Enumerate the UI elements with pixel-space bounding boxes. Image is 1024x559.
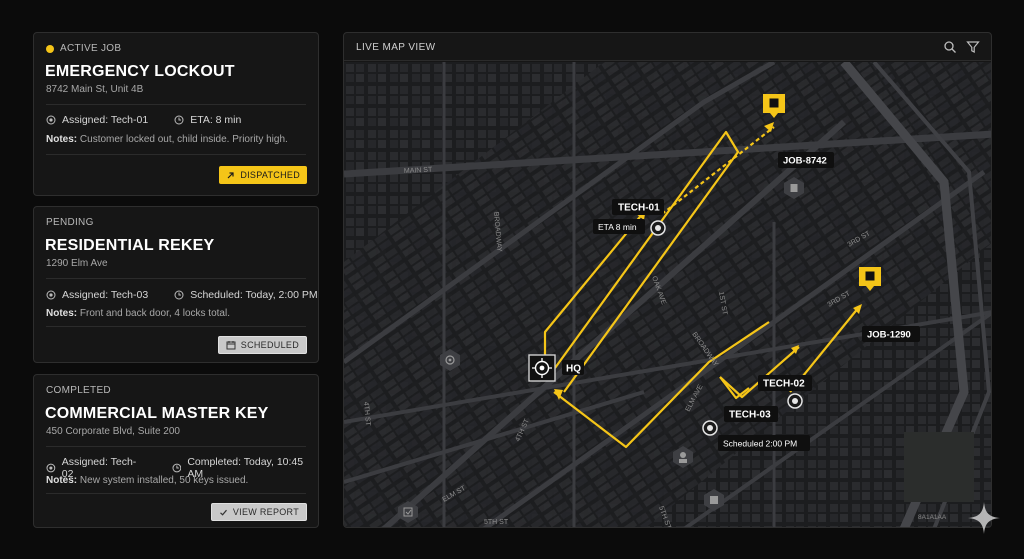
divider [46,278,306,279]
divider [46,446,306,447]
job-address: 450 Corporate Blvd, Suite 200 [46,426,180,437]
target-icon [46,290,56,300]
divider [46,154,306,155]
notes-text: Customer locked out, child inside. Prior… [79,134,288,145]
job-title: EMERGENCY LOCKOUT [45,63,235,80]
street-label: 5TH ST [484,519,509,526]
live-map-panel: LIVE MAP VIEW MAIN ST BROADWAY 4TH ST 4T… [343,32,992,528]
arrow-up-right-icon [227,171,234,178]
job-notes: Notes: Customer locked out, child inside… [46,134,288,145]
notes-text: Front and back door, 4 locks total. [79,308,230,319]
status-label: ACTIVE JOB [60,43,122,54]
calendar-icon [226,341,236,350]
notes-label: Notes: [46,475,78,486]
job-card-emergency-lockout[interactable]: ACTIVE JOB EMERGENCY LOCKOUT 8742 Main S… [33,32,319,196]
map-canvas[interactable]: MAIN ST BROADWAY 4TH ST 4TH ST ELM AVE B… [344,62,992,528]
map-header: LIVE MAP VIEW [344,33,991,61]
status-row: PENDING [46,217,94,228]
clock-icon [174,290,184,300]
search-icon[interactable] [943,40,957,54]
dispatched-label: DISPATCHED [240,170,300,180]
eta-text: ETA: 8 min [190,114,242,126]
park-area [904,432,974,502]
tech-02-label: TECH-02 [763,379,805,390]
job-notes: Notes: Front and back door, 4 locks tota… [46,308,230,319]
tech-03-label: TECH-03 [729,410,771,421]
job-card-residential-rekey[interactable]: PENDING RESIDENTIAL REKEY 1290 Elm Ave A… [33,206,319,363]
job-notes: Notes: New system installed, 50 keys iss… [46,475,248,486]
job-card-commercial-master-key[interactable]: COMPLETED COMMERCIAL MASTER KEY 450 Corp… [33,374,319,528]
map-code: 8A1A1AA [918,514,947,521]
status-row: COMPLETED [46,385,111,396]
job-address: 1290 Elm Ave [46,258,108,269]
assigned-tech: Assigned: Tech-03 [62,289,149,301]
notes-label: Notes: [46,308,78,319]
tech-01-label: TECH-01 [618,203,660,214]
status-label: PENDING [46,217,94,228]
job-pin-icon [865,271,875,281]
status-row: ACTIVE JOB [46,43,121,54]
divider [46,104,306,105]
target-icon [46,115,56,125]
notes-label: Notes: [46,134,78,145]
view-report-label: VIEW REPORT [232,507,299,517]
job-pin-icon [769,98,779,108]
check-icon [219,509,227,516]
job-8742-label: JOB-8742 [783,156,827,167]
target-icon [46,463,56,473]
view-report-button[interactable]: VIEW REPORT [210,503,307,521]
divider [46,326,306,327]
map-title: LIVE MAP VIEW [356,42,436,53]
clock-icon [172,463,181,473]
tech-01-eta: ETA 8 min [598,222,637,232]
tech-03-schedule: Scheduled 2:00 PM [723,439,797,449]
assigned-tech: Assigned: Tech-01 [62,114,149,126]
scheduled-text: Scheduled: Today, 2:00 PM [190,289,318,301]
sparkle-icon [968,502,1000,534]
job-title: COMMERCIAL MASTER KEY [45,405,269,422]
active-status-dot [46,44,54,53]
hq-label: HQ [566,364,581,375]
dispatched-button[interactable]: DISPATCHED [219,166,307,184]
clock-icon [174,115,184,125]
notes-text: New system installed, 50 keys issued. [79,475,249,486]
job-title: RESIDENTIAL REKEY [45,237,215,254]
job-1290-label: JOB-1290 [867,330,911,341]
divider [46,493,306,494]
scheduled-label: SCHEDULED [240,340,299,350]
job-meta-row: Assigned: Tech-03 Scheduled: Today, 2:00… [46,289,318,301]
job-address: 8742 Main St, Unit 4B [46,84,144,95]
status-label: COMPLETED [46,385,111,396]
scheduled-button[interactable]: SCHEDULED [217,336,307,354]
filter-icon[interactable] [966,40,980,54]
job-meta-row: Assigned: Tech-01 ETA: 8 min [46,114,241,126]
